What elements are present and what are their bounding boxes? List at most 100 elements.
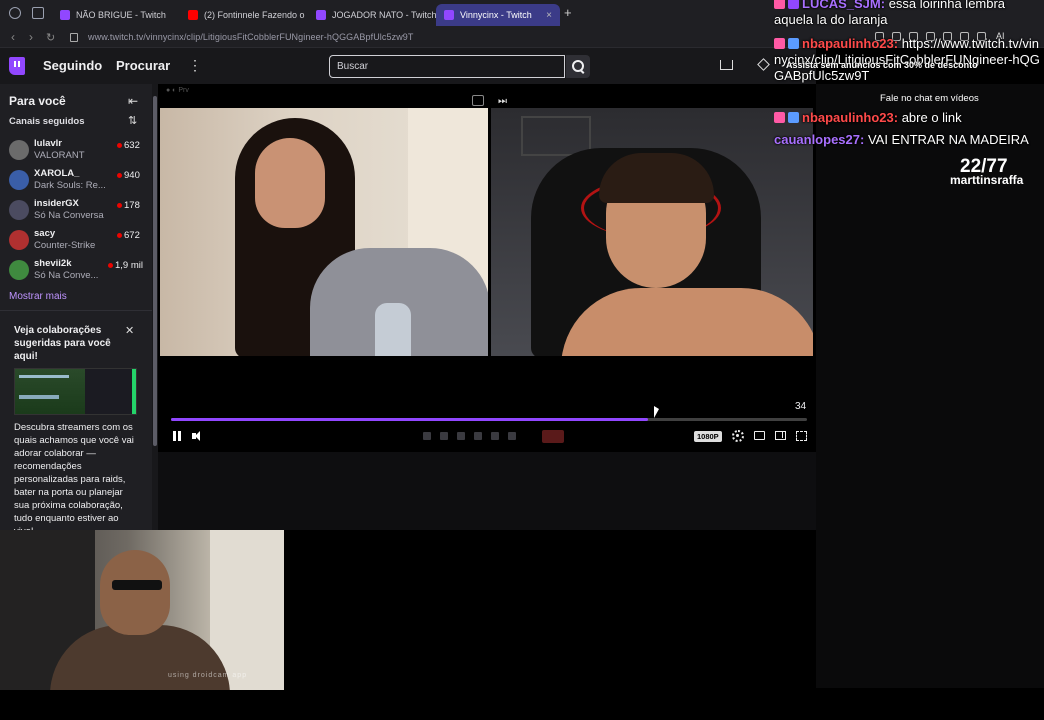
skip-next-icon[interactable]: ⏭ [498, 96, 507, 107]
sidebar: Para você ⇤ Canais seguidos ⇅ lulavlr VA… [0, 84, 152, 530]
close-icon[interactable]: ✕ [125, 324, 134, 337]
fullscreen-icon[interactable] [796, 431, 807, 441]
chat-username[interactable]: cauanlopes27: [774, 132, 864, 147]
live-dot-icon [108, 263, 113, 268]
browser-tab-2[interactable]: JOGADOR NATO - Twitch [308, 4, 436, 26]
tab-title: (2) Fontinnele Fazendo o [204, 10, 305, 20]
show-more-link[interactable]: Mostrar mais [9, 291, 67, 302]
quality-badge[interactable]: 1080P [694, 431, 722, 442]
more-menu-icon[interactable]: ⋮ [188, 57, 202, 74]
sidebar-channel[interactable]: sacy Counter-Strike 672 [0, 226, 152, 256]
chat-message: cauanlopes27: VAI ENTRAR NA MADEIRA [774, 132, 1044, 148]
sidebar-channel[interactable]: XAROLA_ Dark Souls: Re... 940 [0, 166, 152, 196]
channel-name: lulavlr [34, 138, 62, 149]
search-input[interactable] [329, 55, 565, 78]
new-tab-icon[interactable]: + [564, 6, 576, 20]
sidebar-channel[interactable]: shevii2k Só Na Conve... 1,9 mil [0, 256, 152, 286]
sidebar-channel[interactable]: insiderGX Só Na Conversa 178 [0, 196, 152, 226]
nav-browse-link[interactable]: Procurar [116, 58, 170, 73]
clip-overlay-label: ● ◐ Prv [166, 87, 189, 94]
avatar [9, 200, 29, 220]
chat-text: abre o link [901, 110, 962, 125]
live-dot-icon [117, 203, 122, 208]
clip-tool-icon[interactable] [508, 432, 516, 440]
clip-button[interactable] [542, 430, 564, 443]
tab-workspaces-icon[interactable] [32, 7, 44, 19]
lower-dark-area [284, 530, 816, 690]
browser-tab-1[interactable]: (2) Fontinnele Fazendo o [180, 4, 308, 26]
mouse-cursor-icon [654, 406, 659, 418]
theatre-mode-icon[interactable] [775, 431, 786, 440]
avatar [9, 140, 29, 160]
sub-badge-icon [774, 38, 785, 49]
live-dot-icon [117, 143, 122, 148]
chat-username[interactable]: nbapaulinho23: [802, 110, 898, 125]
clip-tool-icon[interactable] [440, 432, 448, 440]
pause-icon[interactable] [173, 431, 181, 441]
sidebar-title: Para você [9, 94, 66, 108]
video-player[interactable]: ● ◐ Prv ⏭ 34 1080P [158, 84, 816, 452]
progress-fill [171, 418, 648, 421]
clip-tool-icon[interactable] [457, 432, 465, 440]
tab-title: NÃO BRIGUE - Twitch [76, 10, 166, 20]
chat-message: LUCAS_SJM: essa loirinha lembra aquela l… [774, 0, 1044, 28]
viewer-count: 632 [124, 140, 140, 151]
chat-video-note: Fale no chat em vídeos [880, 93, 979, 104]
channel-name: XAROLA_ [34, 168, 80, 179]
browser-tab-0[interactable]: NÃO BRIGUE - Twitch [52, 4, 180, 26]
viewer-count: 672 [124, 230, 140, 241]
tab-title: JOGADOR NATO - Twitch [332, 10, 436, 20]
close-tab-icon[interactable]: × [546, 10, 552, 21]
url-text[interactable]: www.twitch.tv/vinnycinx/clip/LitigiousFi… [88, 32, 414, 42]
avatar [9, 230, 29, 250]
twitch-logo-icon[interactable] [9, 57, 25, 75]
nav-following-link[interactable]: Seguindo [43, 58, 102, 73]
cast-icon[interactable] [754, 431, 765, 440]
reload-icon[interactable]: ↻ [46, 31, 55, 44]
channel-name: sacy [34, 228, 56, 239]
back-icon[interactable]: ‹ [11, 30, 15, 44]
viewer-count: 940 [124, 170, 140, 181]
browser-logo-icon[interactable] [9, 7, 21, 19]
goal-counter-name: marttinsraffa [950, 173, 1024, 187]
ad-free-banner[interactable]: Assista sem anúncios com 30% de desconto [786, 60, 978, 70]
scrollbar-thumb[interactable] [153, 96, 157, 446]
bits-icon[interactable] [757, 58, 770, 71]
avatar [9, 170, 29, 190]
clip-tool-icon[interactable] [491, 432, 499, 440]
divider [0, 310, 152, 311]
prime-crown-icon[interactable] [720, 60, 733, 70]
live-dot-icon [117, 233, 122, 238]
badge-icon [788, 112, 799, 123]
chat-username[interactable]: LUCAS_SJM: [802, 0, 885, 11]
time-remaining: 34 [795, 401, 807, 412]
webcam-watermark: using droidcam app [168, 672, 248, 679]
sidebar-channel[interactable]: lulavlr VALORANT 632 [0, 136, 152, 166]
clip-tool-icon[interactable] [474, 432, 482, 440]
channel-game: Só Na Conve... [34, 270, 99, 281]
collapse-sidebar-icon[interactable]: ⇤ [128, 94, 138, 108]
sort-icon[interactable]: ⇅ [128, 114, 137, 127]
volume-icon[interactable] [192, 431, 202, 441]
chat-username[interactable]: nbapaulinho23: [802, 36, 898, 51]
video-frame-right [491, 108, 813, 356]
channel-game: VALORANT [34, 150, 85, 161]
tab-title: Vinnycinx - Twitch [460, 10, 532, 20]
viewer-count: 178 [124, 200, 140, 211]
forward-icon[interactable]: › [29, 30, 33, 44]
channel-game: Dark Souls: Re... [34, 180, 106, 191]
twitch-favicon-icon [60, 10, 70, 20]
collab-preview-image [14, 368, 137, 415]
progress-bar[interactable] [171, 418, 807, 421]
viewer-count: 1,9 mil [115, 260, 143, 271]
live-dot-icon [117, 173, 122, 178]
popout-icon[interactable] [472, 95, 484, 106]
browser-tab-3-active[interactable]: Vinnycinx - Twitch × [436, 4, 560, 26]
gear-icon[interactable] [732, 430, 744, 442]
sub-badge-icon [774, 112, 785, 123]
collab-description: Descubra streamers com os quais achamos … [14, 422, 134, 530]
channel-game: Só Na Conversa [34, 210, 104, 221]
search-icon[interactable] [566, 55, 590, 78]
twitch-top-nav: Seguindo Procurar ⋮ [0, 48, 816, 84]
clip-tool-icon[interactable] [423, 432, 431, 440]
